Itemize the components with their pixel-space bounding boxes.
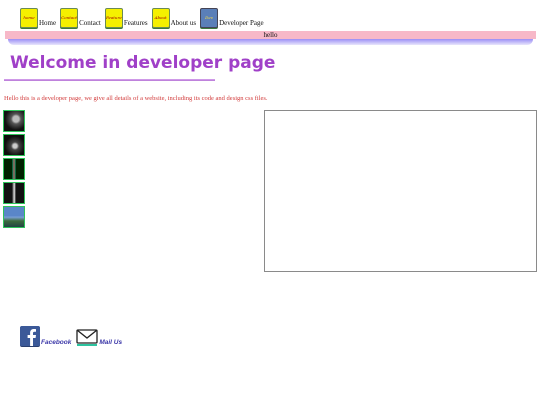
developer-icon[interactable]: Dev [200,8,219,28]
thumbnail-5[interactable] [3,206,25,228]
preview-frame[interactable] [264,110,537,272]
mail-label[interactable]: Mail Us [99,339,122,347]
nav-about[interactable]: About About us [151,8,196,28]
top-nav: home Home Contact Contact Feature Featur… [20,6,268,28]
contact-icon[interactable]: Contact [60,8,79,28]
social-links: Facebook Mail Us [20,326,127,347]
intro-text: Hello this is a developer page, we give … [4,95,268,102]
nav-home[interactable]: home Home [20,8,56,28]
banner-bar: hello [5,31,536,39]
nav-features[interactable]: Feature Features [104,8,148,28]
nav-developer[interactable]: Dev Developer Page [200,8,264,28]
thumbnail-2[interactable] [3,134,25,156]
mail-link[interactable]: Mail Us [76,329,122,347]
facebook-label[interactable]: Facebook [41,339,71,347]
thumbnail-3[interactable] [3,158,25,180]
facebook-icon[interactable] [20,326,40,347]
facebook-link[interactable]: Facebook [20,326,71,347]
features-icon[interactable]: Feature [104,8,123,28]
thumbnail-list [3,110,25,230]
page-title: Welcome in developer page [10,53,276,73]
home-icon[interactable]: home [20,8,38,28]
mail-icon[interactable] [76,329,98,347]
banner-shadow [8,39,533,45]
nav-contact-label[interactable]: Contact [79,19,101,27]
nav-developer-label[interactable]: Developer Page [219,19,264,27]
about-icon[interactable]: About [151,8,170,28]
nav-contact[interactable]: Contact Contact [60,8,101,28]
thumbnail-1[interactable] [3,110,25,132]
banner-text: hello [263,31,278,39]
nav-about-label[interactable]: About us [171,19,196,27]
nav-home-label[interactable]: Home [39,19,56,27]
thumbnail-4[interactable] [3,182,25,204]
nav-features-label[interactable]: Features [124,19,148,27]
title-underline [4,79,215,81]
